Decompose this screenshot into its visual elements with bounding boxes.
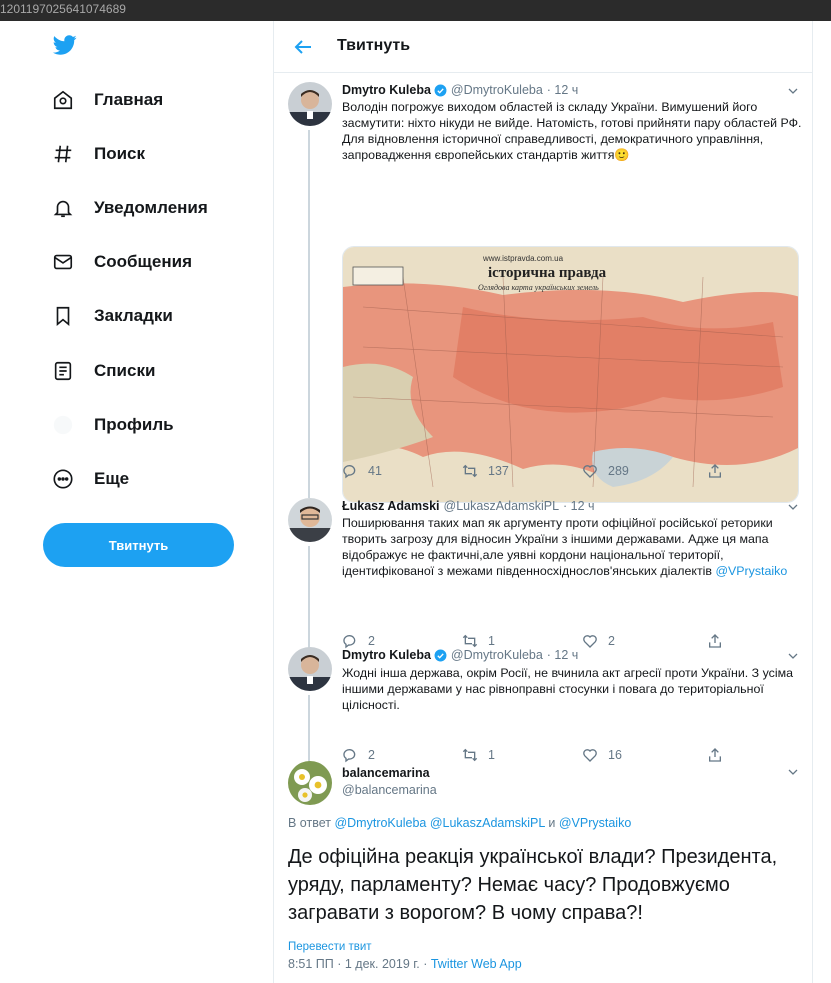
tweet-item[interactable]: Dmytro Kuleba @DmytroKuleba · 12 ч Жодні…: [274, 644, 813, 777]
tweet-timestamp-line: 8:51 ПП · 1 дек. 2019 г. · Twitter Web A…: [288, 957, 522, 971]
map-subtitle: Оглядова карта українських земель: [478, 283, 599, 292]
bell-icon: [50, 195, 76, 221]
page-title: Твитнуть: [337, 37, 411, 54]
nav-home-label: Главная: [94, 90, 164, 109]
reply-count: 41: [368, 464, 382, 478]
author-name[interactable]: Dmytro Kuleba: [342, 83, 431, 97]
nav-bookmarks[interactable]: Закладки: [50, 298, 173, 334]
hashtag-icon: [50, 141, 76, 167]
reply-and: и: [548, 816, 556, 830]
envelope-icon: [50, 249, 76, 275]
retweet-button[interactable]: 137: [462, 463, 509, 479]
bookmark-icon: [50, 303, 76, 329]
reply-mention-link[interactable]: @VPrystaiko: [559, 816, 631, 830]
nav-more[interactable]: Еще: [50, 461, 129, 497]
nav-notifications-label: Уведомления: [94, 198, 208, 217]
verified-badge-icon: [434, 84, 447, 96]
nav-messages-label: Сообщения: [94, 252, 192, 271]
chevron-down-icon[interactable]: [787, 766, 799, 778]
share-icon: [709, 464, 721, 478]
author-name[interactable]: balancemarina: [342, 766, 430, 780]
map-site-label: www.istpravda.com.ua: [482, 254, 564, 263]
back-arrow-icon[interactable]: [291, 35, 315, 59]
tweet-text: Жодні інша держава, окрім Росії, не вчин…: [342, 666, 793, 712]
tweet-text: Володін погрожує виходом областей із скл…: [342, 100, 802, 162]
tweet-text-block: Поширювання таких мап як аргументу проти…: [342, 515, 802, 579]
nav-notifications[interactable]: Уведомления: [50, 190, 208, 226]
nav-search-label: Поиск: [94, 144, 146, 163]
map-title: історична правда: [488, 265, 607, 281]
nav-home[interactable]: Главная: [50, 82, 163, 118]
tweet-actions: 41 137 289: [342, 463, 722, 483]
tweet-source[interactable]: Twitter Web App: [431, 957, 522, 971]
author-handle[interactable]: @LukaszAdamskiPL: [444, 499, 560, 513]
tweet-time[interactable]: · 12 ч: [563, 499, 595, 513]
reply-to-line: В ответ @DmytroKuleba @LukaszAdamskiPL и…: [288, 816, 631, 830]
chevron-down-icon[interactable]: [787, 501, 799, 513]
more-icon: [50, 466, 76, 492]
share-button[interactable]: [707, 463, 723, 479]
tweet-header: Łukasz Adamski @LukaszAdamskiPL · 12 ч: [342, 499, 595, 513]
author-handle[interactable]: @DmytroKuleba: [451, 83, 543, 97]
retweet-icon: [462, 464, 478, 478]
translate-link[interactable]: Перевести твит: [288, 941, 372, 953]
browser-topbar: 1201197025641074689: [0, 0, 831, 21]
tweet-header: Dmytro Kuleba @DmytroKuleba · 12 ч: [342, 83, 578, 97]
nav-messages[interactable]: Сообщения: [50, 244, 192, 280]
avatar[interactable]: [288, 647, 332, 691]
nav-more-label: Еще: [94, 469, 130, 488]
avatar[interactable]: [288, 498, 332, 542]
reply-prefix: В ответ: [288, 816, 331, 830]
avatar[interactable]: [288, 82, 332, 126]
sidebar: Главная Поиск Уведомления Сообщения Закл…: [0, 21, 275, 983]
tweet-time[interactable]: · 12 ч: [547, 83, 579, 97]
author-handle[interactable]: @balancemarina: [342, 783, 437, 797]
verified-badge-icon: [434, 649, 447, 661]
like-button[interactable]: 289: [582, 463, 629, 479]
tweet-time[interactable]: · 12 ч: [547, 648, 579, 662]
tweet-item[interactable]: Łukasz Adamski @LukaszAdamskiPL · 12 ч П…: [274, 496, 813, 649]
main-column: Твитнуть Dmytro Kuleba @DmytroKuleba · 1…: [273, 21, 813, 983]
url-fragment: 1201197025641074689: [0, 2, 126, 16]
thread-line: [308, 130, 310, 498]
tweet-item[interactable]: Dmytro Kuleba @DmytroKuleba · 12 ч Волод…: [274, 74, 813, 503]
list-icon: [50, 358, 76, 384]
thread-line: [308, 546, 310, 648]
profile-icon: [50, 412, 76, 438]
avatar[interactable]: [288, 761, 332, 805]
nav-bookmarks-label: Закладки: [94, 306, 173, 325]
compose-tweet-button[interactable]: Твитнуть: [43, 523, 234, 567]
reply-button[interactable]: 41: [342, 463, 382, 479]
mention-link[interactable]: @VPrystaiko: [715, 564, 787, 578]
focused-tweet-header: balancemarina @balancemarina: [342, 766, 437, 797]
reply-icon: [343, 465, 356, 479]
heart-icon: [583, 465, 597, 478]
home-icon: [50, 87, 76, 113]
page-header: Твитнуть: [274, 21, 813, 73]
nav-lists-label: Списки: [94, 361, 156, 380]
author-name[interactable]: Dmytro Kuleba: [342, 648, 431, 662]
nav-lists[interactable]: Списки: [50, 353, 155, 389]
nav-search[interactable]: Поиск: [50, 136, 145, 172]
focused-tweet-text: Де офіційна реакція української влади? П…: [288, 846, 778, 924]
chevron-down-icon[interactable]: [787, 650, 799, 662]
tweet-timestamp[interactable]: 8:51 ПП · 1 дек. 2019 г. ·: [288, 957, 431, 971]
reply-mentions-link[interactable]: @DmytroKuleba @LukaszAdamskiPL: [334, 816, 544, 830]
tweet-text: Поширювання таких мап як аргументу проти…: [342, 516, 773, 578]
nav-profile[interactable]: Профиль: [50, 407, 174, 443]
twitter-logo-icon[interactable]: [52, 33, 78, 57]
chevron-down-icon[interactable]: [787, 85, 799, 97]
nav-profile-label: Профиль: [94, 415, 174, 434]
retweet-count: 137: [488, 464, 509, 478]
author-handle[interactable]: @DmytroKuleba: [451, 648, 543, 662]
like-count: 289: [608, 464, 629, 478]
author-name[interactable]: Łukasz Adamski: [342, 499, 440, 513]
tweet-header: Dmytro Kuleba @DmytroKuleba · 12 ч: [342, 648, 578, 662]
